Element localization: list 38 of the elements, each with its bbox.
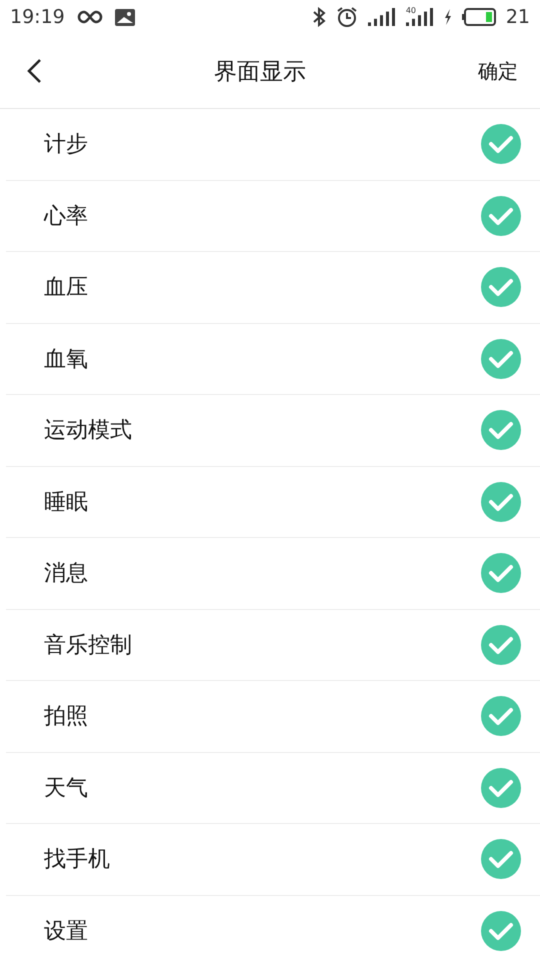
battery-icon bbox=[462, 8, 496, 26]
checkbox[interactable] bbox=[481, 196, 521, 236]
infinity-icon bbox=[76, 10, 103, 24]
page-title: 界面显示 bbox=[214, 58, 306, 86]
back-button[interactable] bbox=[26, 58, 42, 84]
checkbox[interactable] bbox=[481, 410, 521, 450]
option-label: 设置 bbox=[44, 918, 88, 946]
checkbox[interactable] bbox=[481, 553, 521, 594]
checkbox[interactable] bbox=[481, 338, 521, 379]
checkbox[interactable] bbox=[481, 839, 521, 880]
option-label: 血压 bbox=[44, 274, 88, 302]
image-icon bbox=[114, 8, 135, 26]
option-label: 找手机 bbox=[44, 846, 110, 874]
option-label: 运动模式 bbox=[44, 417, 132, 446]
checkbox[interactable] bbox=[481, 624, 521, 665]
checkbox[interactable] bbox=[481, 124, 521, 164]
option-label: 音乐控制 bbox=[44, 632, 132, 660]
network-label: 40 bbox=[406, 6, 416, 15]
option-label: 天气 bbox=[44, 774, 88, 803]
option-label: 血氧 bbox=[44, 346, 88, 374]
confirm-button[interactable]: 确定 bbox=[478, 58, 518, 84]
checkbox[interactable] bbox=[481, 482, 521, 522]
status-time: 19:19 bbox=[10, 6, 65, 28]
option-label: 拍照 bbox=[44, 703, 88, 732]
checkbox[interactable] bbox=[481, 910, 521, 951]
checkbox[interactable] bbox=[481, 267, 521, 308]
signal-icon bbox=[406, 8, 434, 26]
alarm-icon bbox=[336, 6, 358, 28]
signal-icon bbox=[368, 8, 396, 26]
battery-level: 21 bbox=[506, 6, 530, 28]
checkbox[interactable] bbox=[481, 768, 521, 808]
bluetooth-icon bbox=[312, 7, 326, 27]
charging-icon bbox=[444, 9, 452, 25]
option-label: 睡眠 bbox=[44, 488, 88, 517]
option-label: 消息 bbox=[44, 560, 88, 588]
option-label: 心率 bbox=[44, 202, 88, 231]
checkbox[interactable] bbox=[481, 696, 521, 736]
option-label: 计步 bbox=[44, 131, 88, 160]
